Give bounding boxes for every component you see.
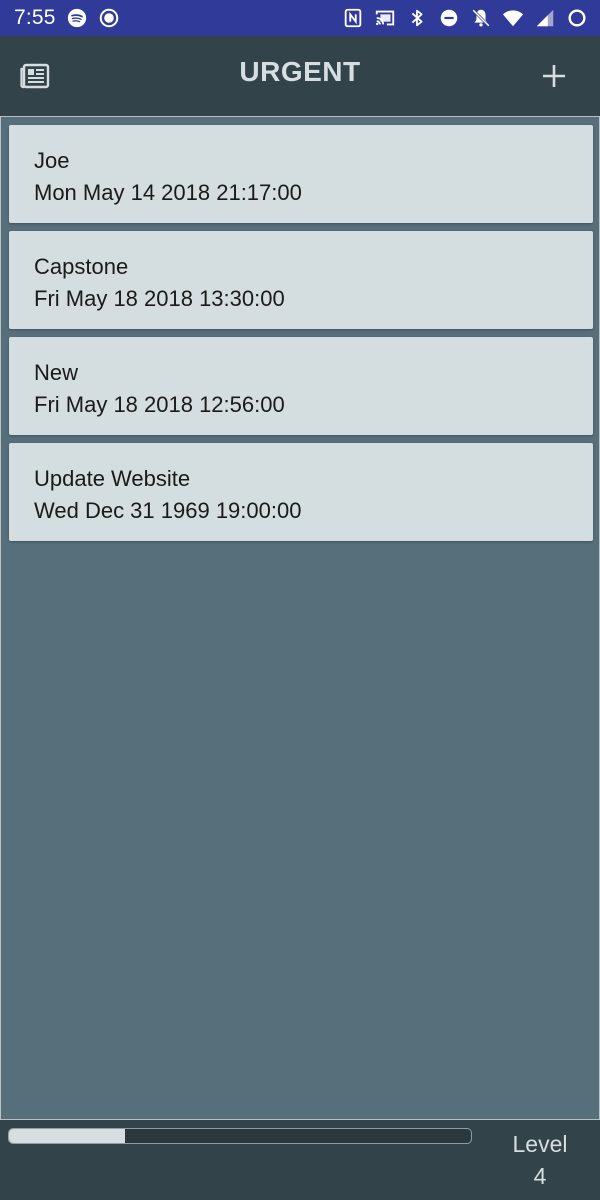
task-card[interactable]: New Fri May 18 2018 12:56:00 xyxy=(9,337,593,435)
task-date: Wed Dec 31 1969 19:00:00 xyxy=(34,498,302,523)
status-bar: 7:55 xyxy=(0,0,600,36)
notifications-off-icon xyxy=(470,7,492,29)
task-date: Fri May 18 2018 12:56:00 xyxy=(34,392,285,417)
task-name: Update Website xyxy=(34,466,191,491)
task-date: Fri May 18 2018 13:30:00 xyxy=(34,286,285,311)
level-progress-fill xyxy=(9,1129,125,1143)
plus-icon xyxy=(541,63,567,89)
status-right xyxy=(342,7,588,29)
level-progress-bar xyxy=(8,1128,472,1144)
do-not-disturb-icon xyxy=(438,7,460,29)
cellular-signal-icon xyxy=(534,7,556,29)
task-list[interactable]: Joe Mon May 14 2018 21:17:00 Capstone Fr… xyxy=(0,116,600,1120)
bluetooth-icon xyxy=(406,7,428,29)
record-icon xyxy=(98,7,120,29)
wifi-icon xyxy=(502,7,524,29)
level-indicator: Level 4 xyxy=(490,1128,590,1192)
add-task-button[interactable] xyxy=(536,58,572,94)
nfc-icon xyxy=(342,7,364,29)
app-bar: URGENT xyxy=(0,36,600,116)
task-name: Joe xyxy=(34,148,70,173)
task-card[interactable]: Update Website Wed Dec 31 1969 19:00:00 xyxy=(9,443,593,541)
level-value: 4 xyxy=(533,1163,547,1189)
task-card[interactable]: Joe Mon May 14 2018 21:17:00 xyxy=(9,125,593,223)
page-title: URGENT xyxy=(239,56,361,87)
status-left: 7:55 xyxy=(14,6,120,30)
spotify-icon xyxy=(66,7,88,29)
cast-icon xyxy=(374,7,396,29)
bottom-bar: Level 4 xyxy=(0,1120,600,1200)
battery-icon xyxy=(566,7,588,29)
status-time: 7:55 xyxy=(14,6,56,29)
task-card[interactable]: Capstone Fri May 18 2018 13:30:00 xyxy=(9,231,593,329)
level-label: Level xyxy=(512,1131,568,1157)
task-name: New xyxy=(34,360,79,385)
task-date: Mon May 14 2018 21:17:00 xyxy=(34,180,302,205)
task-name: Capstone xyxy=(34,254,129,279)
